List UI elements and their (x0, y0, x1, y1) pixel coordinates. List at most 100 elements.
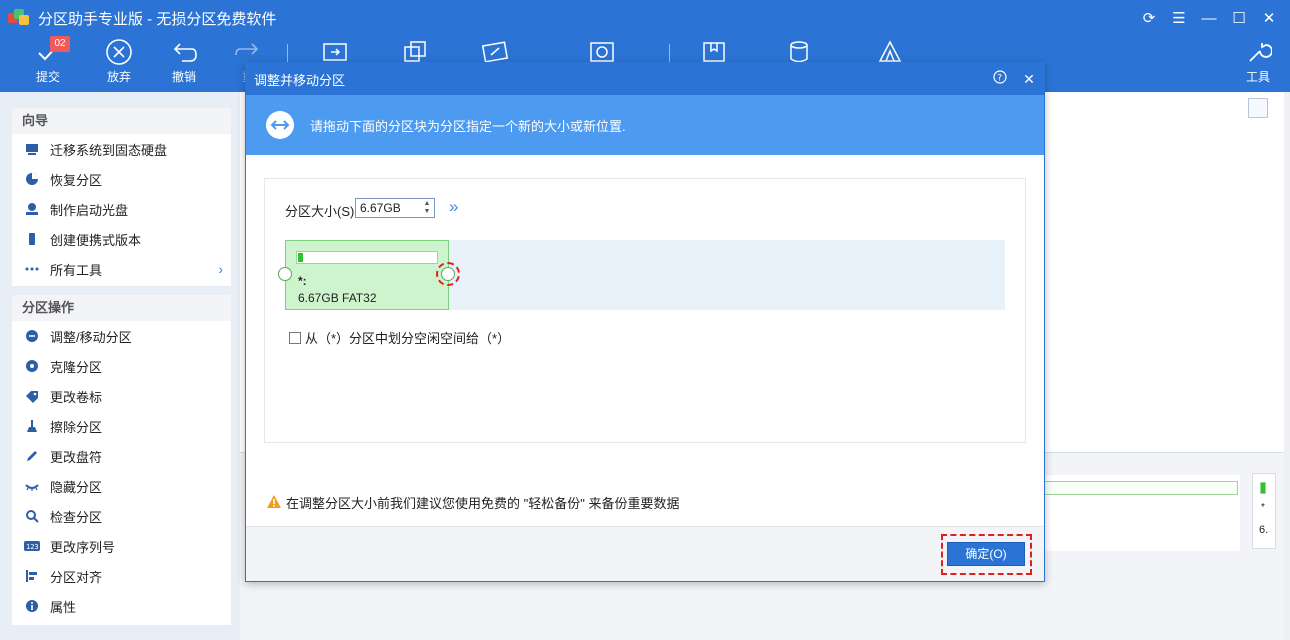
sidebar-item-all-tools[interactable]: 所有工具 › (12, 254, 231, 284)
operations-title: 分区操作 (12, 295, 231, 321)
sidebar-item-resize-move[interactable]: 调整/移动分区 (12, 321, 231, 351)
tools-button[interactable]: 工具 (1228, 36, 1288, 92)
banner-instruction: 请拖动下面的分区块为分区指定一个新的大小或新位置. (310, 118, 626, 134)
vertical-scrollbar[interactable] (1284, 92, 1290, 640)
discard-button[interactable]: 放弃 (89, 36, 149, 92)
check-icon (24, 508, 40, 524)
window-controls: ⟳ ☰ — ☐ ✕ (1134, 0, 1284, 36)
backup-warning: 在调整分区大小前我们建议您使用免费的 "轻松备份" 来备份重要数据 (266, 493, 679, 512)
svg-text:123: 123 (26, 543, 39, 551)
portable-usb-icon (24, 231, 40, 247)
svg-text:?: ? (997, 74, 1002, 84)
help-icon[interactable]: ? (991, 70, 1009, 88)
info-icon (24, 598, 40, 614)
sidebar-item-check[interactable]: 检查分区 (12, 501, 231, 531)
app-logo-icon (8, 9, 30, 27)
sidebar-item-label: 擦除分区 (50, 419, 103, 435)
menu-icon[interactable]: ☰ (1164, 9, 1194, 27)
partition-size-input[interactable]: 6.67GB ▲ ▼ (355, 198, 435, 218)
sidebar-item-change-letter[interactable]: 更改盘符 (12, 441, 231, 471)
dialog-title-bar: 调整并移动分区 ? ✕ (246, 63, 1044, 95)
commit-button[interactable]: 提交 02 (18, 36, 78, 92)
sidebar: 向导 迁移系统到固态硬盘 恢复分区 制作启动光盘 创建便携式版本 所有工具 › … (0, 92, 240, 640)
sidebar-item-clone[interactable]: 克隆分区 (12, 351, 231, 381)
dialog-close-button[interactable]: ✕ (1020, 70, 1038, 88)
sidebar-item-label: 检查分区 (50, 509, 103, 525)
dialog-title: 调整并移动分区 (254, 72, 346, 88)
undo-button[interactable]: 撤销 (154, 36, 214, 92)
clone-icon (24, 358, 40, 374)
resize-move-dialog: 调整并移动分区 ? ✕ 请拖动下面的分区块为分区指定一个新的大小或新位置. 分区… (245, 62, 1045, 582)
partition-info: 6.67GB FAT32 (298, 291, 377, 305)
sidebar-item-label: 更改盘符 (50, 449, 103, 465)
hide-icon (24, 478, 40, 494)
sidebar-item-portable[interactable]: 创建便携式版本 (12, 224, 231, 254)
window-title: 分区助手专业版 - 无损分区免费软件 (38, 10, 277, 28)
undo-label: 撤销 (171, 70, 196, 84)
minimize-button[interactable]: — (1194, 10, 1224, 27)
sidebar-item-recover-partition[interactable]: 恢复分区 (12, 164, 231, 194)
sidebar-item-properties[interactable]: 属性 (12, 591, 231, 621)
sidebar-item-label: 分区对齐 (50, 569, 103, 585)
partition-block[interactable]: *: 6.67GB FAT32 (285, 240, 449, 310)
disk-partition-strip[interactable] (1044, 475, 1240, 551)
undo-icon (154, 36, 214, 68)
warning-text: 在调整分区大小前我们建议您使用免费的 "轻松备份" 来备份重要数据 (286, 496, 680, 511)
wizard-panel: 向导 迁移系统到固态硬盘 恢复分区 制作启动光盘 创建便携式版本 所有工具 › (12, 108, 231, 286)
dialog-banner: 请拖动下面的分区块为分区指定一个新的大小或新位置. (246, 95, 1044, 155)
ssd-migrate-icon (24, 141, 40, 157)
sidebar-item-label: 隐藏分区 (50, 479, 103, 495)
pending-count-badge: 02 (50, 36, 70, 52)
title-bar: 分区助手专业版 - 无损分区免费软件 ⟳ ☰ — ☐ ✕ (0, 0, 1290, 36)
sidebar-item-label: 迁移系统到固态硬盘 (50, 142, 168, 158)
commit-label: 提交 (35, 70, 60, 84)
mini-partition-size: 6. (1259, 524, 1269, 536)
sidebar-item-label: 更改序列号 (50, 539, 116, 555)
maximize-button[interactable]: ☐ (1224, 9, 1254, 27)
partition-track[interactable]: *: 6.67GB FAT32 (278, 240, 1005, 310)
edit-letter-icon (24, 448, 40, 464)
sidebar-item-label: 调整/移动分区 (50, 329, 132, 345)
wipe-icon (24, 418, 40, 434)
left-resize-handle[interactable] (278, 267, 292, 281)
allocate-space-option[interactable]: 从（*）分区中划分空闲空间给（*） (289, 328, 510, 347)
allocate-space-checkbox[interactable] (289, 331, 301, 344)
advanced-expand-button[interactable]: » (449, 197, 458, 217)
sidebar-item-label: 克隆分区 (50, 359, 103, 375)
sidebar-item-hide[interactable]: 隐藏分区 (12, 471, 231, 501)
size-label: 分区大小(S): (285, 204, 358, 219)
usage-bar (1260, 482, 1266, 494)
recover-partition-icon (24, 171, 40, 187)
serial-icon: 123 (24, 538, 40, 554)
resize-move-icon (24, 328, 40, 344)
more-tools-icon (24, 261, 40, 277)
sidebar-item-serial[interactable]: 123 更改序列号 (12, 531, 231, 561)
sidebar-item-change-label[interactable]: 更改卷标 (12, 381, 231, 411)
size-spinner[interactable]: ▲ ▼ (422, 200, 432, 216)
sidebar-item-wipe[interactable]: 擦除分区 (12, 411, 231, 441)
tools-label: 工具 (1245, 70, 1270, 84)
sidebar-item-label: 所有工具 (50, 262, 103, 278)
partition-usage-bar (1044, 481, 1238, 495)
discard-label: 放弃 (106, 70, 131, 84)
view-toggle-button[interactable] (1248, 98, 1268, 118)
mini-partition-name: * (1261, 502, 1265, 513)
refresh-icon[interactable]: ⟳ (1134, 9, 1164, 27)
cancel-circle-icon (89, 36, 149, 68)
sidebar-item-label: 创建便携式版本 (50, 232, 142, 248)
tag-icon (24, 388, 40, 404)
sidebar-item-label: 制作启动光盘 (50, 202, 129, 218)
partition-operations-panel: 分区操作 调整/移动分区 克隆分区 更改卷标 擦除分区 更改盘符 隐藏分区 检查… (12, 295, 231, 625)
sidebar-item-boot-disc[interactable]: 制作启动光盘 (12, 194, 231, 224)
sidebar-item-migrate-ssd[interactable]: 迁移系统到固态硬盘 (12, 134, 231, 164)
size-value: 6.67GB (360, 201, 401, 215)
allocate-space-label: 从（*）分区中划分空闲空间给（*） (305, 331, 511, 346)
align-icon (24, 568, 40, 584)
sidebar-item-align[interactable]: 分区对齐 (12, 561, 231, 591)
dialog-footer: 确定(O) (246, 526, 1044, 581)
dialog-content-box: 分区大小(S): 6.67GB ▲ ▼ » *: 6.67GB FAT32 从（*… (264, 178, 1026, 443)
close-window-button[interactable]: ✕ (1254, 9, 1284, 27)
partition-mini-card[interactable]: * 6. (1252, 473, 1276, 549)
boot-disc-icon (24, 201, 40, 217)
ok-button[interactable]: 确定(O) (947, 542, 1025, 566)
